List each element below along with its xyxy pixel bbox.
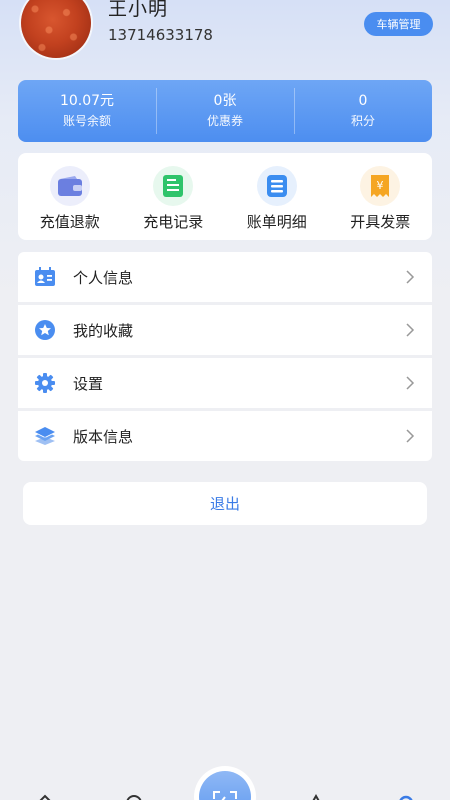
invoice-icon: ¥ — [360, 166, 401, 206]
wallet-icon — [49, 166, 90, 206]
vehicle-management-button[interactable]: 车辆管理 — [364, 12, 433, 36]
location-icon[interactable] — [124, 793, 144, 800]
stat-value: 0 — [358, 93, 368, 109]
stat-value: 0张 — [213, 93, 237, 109]
stat-coupons[interactable]: 0张 优惠券 — [156, 80, 294, 142]
settings-menu: 个人信息 我的收藏 设置 版本信息 — [18, 252, 432, 461]
menu-item-label: 设置 — [73, 374, 104, 393]
chevron-right-icon — [406, 270, 415, 284]
quick-actions-card: 充值退款 充电记录 账单明细 ¥ 开具发票 — [18, 153, 432, 240]
svg-text:¥: ¥ — [377, 179, 384, 192]
scan-button[interactable] — [194, 766, 256, 800]
quick-action-bill-details[interactable]: 账单明细 — [225, 153, 329, 240]
stat-balance[interactable]: 10.07元 账号余额 — [18, 80, 156, 142]
quick-action-label: 账单明细 — [246, 213, 307, 231]
stat-label: 账号余额 — [62, 114, 111, 128]
record-icon — [153, 166, 194, 206]
chevron-right-icon — [406, 323, 415, 337]
home-icon[interactable] — [35, 793, 55, 800]
logout-button[interactable]: 退出 — [23, 482, 427, 525]
user-phone: 13714633178 — [108, 26, 213, 44]
quick-action-issue-invoice[interactable]: ¥ 开具发票 — [329, 153, 433, 240]
scan-icon — [199, 771, 251, 800]
quick-action-recharge-refund[interactable]: 充值退款 — [18, 153, 122, 240]
menu-item-personal-info[interactable]: 个人信息 — [18, 252, 432, 302]
menu-item-label: 版本信息 — [73, 427, 134, 446]
star-icon — [34, 319, 56, 341]
menu-item-version-info[interactable]: 版本信息 — [18, 411, 432, 461]
menu-item-label: 我的收藏 — [73, 321, 134, 340]
stat-points[interactable]: 0 积分 — [294, 80, 432, 142]
menu-item-favorites[interactable]: 我的收藏 — [18, 305, 432, 355]
account-stats-card: 10.07元 账号余额 0张 优惠券 0 积分 — [18, 80, 432, 142]
quick-action-label: 开具发票 — [350, 213, 411, 231]
chevron-right-icon — [406, 429, 415, 443]
stat-label: 积分 — [350, 114, 375, 128]
menu-item-settings[interactable]: 设置 — [18, 358, 432, 408]
user-name: 王小明 — [108, 0, 169, 20]
quick-action-charging-record[interactable]: 充电记录 — [122, 153, 226, 240]
quick-action-label: 充值退款 — [39, 213, 100, 231]
quick-action-label: 充电记录 — [143, 213, 204, 231]
layers-icon — [34, 425, 56, 447]
stat-value: 10.07元 — [59, 93, 115, 109]
avatar[interactable] — [21, 0, 91, 58]
gear-icon — [34, 372, 56, 394]
profile-icon[interactable] — [396, 793, 416, 800]
menu-item-label: 个人信息 — [73, 268, 134, 287]
stat-label: 优惠券 — [206, 114, 243, 128]
charge-icon[interactable] — [306, 793, 326, 800]
chevron-right-icon — [406, 376, 415, 390]
bill-icon — [256, 166, 297, 206]
id-card-icon — [34, 266, 56, 288]
